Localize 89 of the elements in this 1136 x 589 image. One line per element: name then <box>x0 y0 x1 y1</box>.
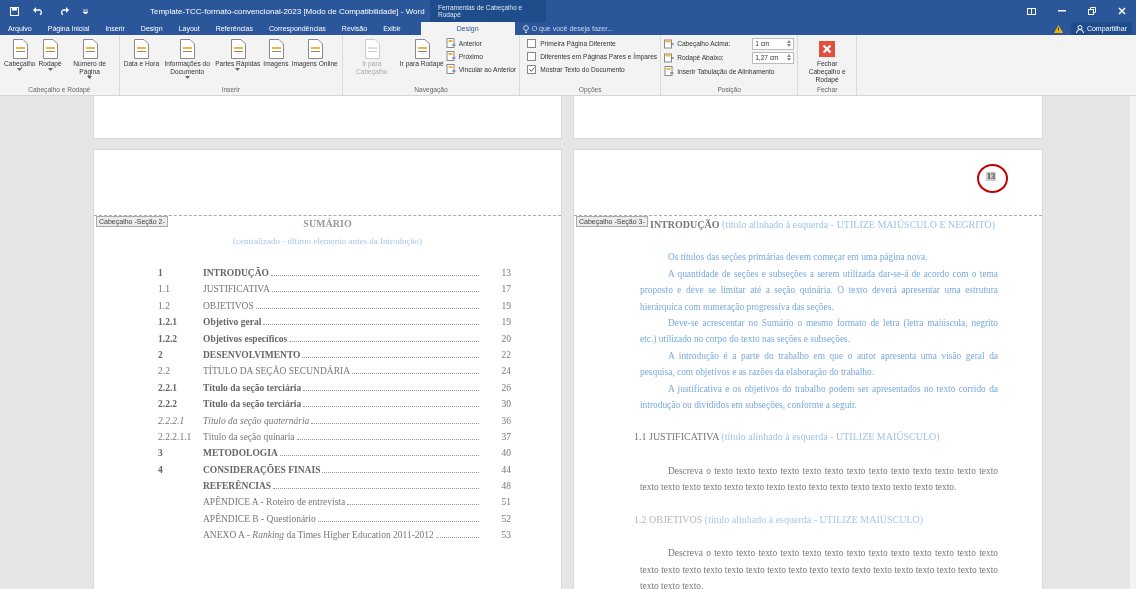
toc-page-number: 53 <box>500 530 511 541</box>
toc-entry-title: REFERÊNCIAS <box>203 481 273 492</box>
body-paragraph: Deve-se acrescentar no Sumário o mesmo formato de letra (letra maiúscula, negrito etc.) utilizado no corpo do texto nas seções e subseções. <box>640 317 998 347</box>
toc-page-number: 52 <box>500 513 511 524</box>
toc-page-number: 44 <box>500 464 511 475</box>
spin-arrows-icon <box>787 54 792 61</box>
checkbox[interactable] <box>527 51 537 61</box>
toc-number: 2.2.2 <box>158 399 178 410</box>
toc-page-number: 19 <box>500 300 511 311</box>
close-icon[interactable] <box>1118 7 1126 15</box>
toc-entry-title: TÍTULO DA SEÇÃO SECUNDÁRIA <box>203 366 351 377</box>
toc-entry-title: JUSTIFICATIVA <box>203 284 271 295</box>
section-heading: INTRODUÇÃO (título alinhado à esquerda - UTILIZE MAIÚSCULO E NEGRITO) <box>650 218 996 232</box>
toc-page-number: 40 <box>500 448 511 459</box>
spin-arrows-icon <box>787 40 792 47</box>
toc-number: 1 <box>158 268 164 278</box>
document-icon <box>664 66 675 76</box>
body-paragraph: A justificativa e os objetivos do trabalho podem ser apresentados no texto corrido da introdução ou divididos em subseções, conforme a seguir. <box>640 382 998 413</box>
toc-entry-title: Título da seção quinaria <box>203 431 296 442</box>
header-position-icon <box>664 38 675 49</box>
person-icon <box>1075 24 1084 33</box>
toc-page-number: 26 <box>500 382 511 393</box>
body-paragraph: Os títulos das seções primárias devem começar em uma página nova. <box>667 251 929 265</box>
warning-icon[interactable] <box>1053 24 1063 33</box>
toc-entry-title: Título da seção quaternária <box>203 415 311 426</box>
page-number: 13 <box>986 172 996 181</box>
toc-number: 2.2.1 <box>158 382 178 393</box>
toc-page-number: 22 <box>500 349 511 360</box>
toc-page-number: 17 <box>500 284 511 295</box>
toc-number: 3 <box>158 448 164 459</box>
toc-entry-title: Objetivos específicos <box>203 333 289 344</box>
document-icon <box>445 64 456 74</box>
toc-number: 4 <box>158 464 164 475</box>
caret-icon <box>17 68 23 71</box>
toc-number: 2.2.2.1.1 <box>158 431 193 442</box>
toc-number: 1.1 <box>158 284 171 295</box>
checkbox[interactable] <box>527 64 537 74</box>
toc-entry-title: DESENVOLVIMENTO <box>203 349 302 360</box>
caret-icon <box>47 68 53 71</box>
lightbulb-icon <box>522 24 529 33</box>
toc-page-number: 48 <box>500 481 511 492</box>
document-icon <box>445 51 456 61</box>
section-heading: 1.2 OBJETIVOS (título alinhado à esquerda - UTILIZE MAIÚSCULO) <box>634 512 925 527</box>
toc-entry-title: Objetivo geral <box>203 317 263 328</box>
toc-note: (centralizado - último elemento antes da Introdução) <box>232 236 423 246</box>
toc-page-number: 20 <box>500 333 511 344</box>
toc-heading: SUMÁRIO <box>303 218 352 229</box>
toc-entry-title: ANEXO A - Ranking da Times Higher Education 2011-2012 <box>203 530 435 541</box>
toc-number: 1.2.2 <box>158 333 178 344</box>
body-paragraph: A quantidade de seções e subseções a serem utilizada dar-se-á de acordo com o tema proposto e deve se limitar até a seção quinária. O texto deverá apresentar uma estrutura hierárquica com numeração progressiva das seções. <box>640 267 998 314</box>
toc-entry-title: METODOLOGIA <box>203 448 279 459</box>
customize-icon[interactable] <box>83 8 88 14</box>
toc-entry-title: CONSIDERAÇÕES FINAIS <box>203 464 322 475</box>
toc-page-number: 30 <box>500 399 511 410</box>
toc-page-number: 13 <box>500 268 511 278</box>
save-icon[interactable] <box>10 6 19 16</box>
toc-entry-title: Título da seção terciária <box>203 382 303 393</box>
toc-entry-title: APÊNDICE A - Roteiro de entrevista <box>203 497 347 508</box>
toc-entry-title: APÊNDICE B - Questionário <box>203 513 317 524</box>
check-icon <box>528 66 535 72</box>
checkbox[interactable] <box>527 38 537 48</box>
caret-icon <box>184 76 190 79</box>
section-heading: 1.1 JUSTIFICATIVA (título alinhado à esquerda - UTILIZE MAIÚSCULO) <box>634 430 941 445</box>
body-paragraph: Descreva o texto texto texto texto texto texto texto texto texto texto texto texto texto texto texto texto texto texto texto texto texto texto texto texto texto texto texto texto texto texto texto texto texto. <box>640 547 998 589</box>
toc-page-number: 37 <box>500 431 511 442</box>
toc-entry-title: INTRODUÇÃO <box>203 268 270 278</box>
caret-icon <box>235 68 241 71</box>
display-options-icon[interactable] <box>1027 7 1036 15</box>
undo-icon[interactable] <box>33 7 45 15</box>
document-icon <box>445 38 456 48</box>
caret-icon <box>87 76 93 79</box>
toc-number: 2 <box>158 349 164 360</box>
toc-number: 2.2.2.1 <box>158 415 186 426</box>
restore-icon[interactable] <box>1088 7 1096 15</box>
toc-number: 2.2 <box>158 366 171 377</box>
toc-page-number: 51 <box>500 497 511 508</box>
toc-entry-title: OBJETIVOS <box>203 300 255 311</box>
body-paragraph: Descreva o texto texto texto texto texto texto texto texto texto texto texto texto texto texto texto texto texto texto texto texto texto texto texto texto texto texto texto texto. <box>640 464 998 495</box>
window-title: Template-TCC-formato-convencional-2023 [Modo de Compatibilidade] - Word <box>149 6 426 16</box>
dot-leader <box>435 536 479 539</box>
redo-icon[interactable] <box>59 7 69 15</box>
body-paragraph: A introdução é a parte do trabalho em que o autor apresenta uma visão geral da pesquisa, com objetivos e as razões da elaboração do trabalho. <box>640 349 998 380</box>
header-position-icon <box>664 52 675 63</box>
toc-number: 1.2.1 <box>158 317 178 328</box>
toc-page-number: 36 <box>500 415 511 426</box>
toc-page-number: 24 <box>500 366 511 377</box>
toc-page-number: 19 <box>500 317 511 328</box>
toc-entry-title: Título da seção terciária <box>203 399 303 410</box>
toc-number: 1.2 <box>158 300 171 311</box>
